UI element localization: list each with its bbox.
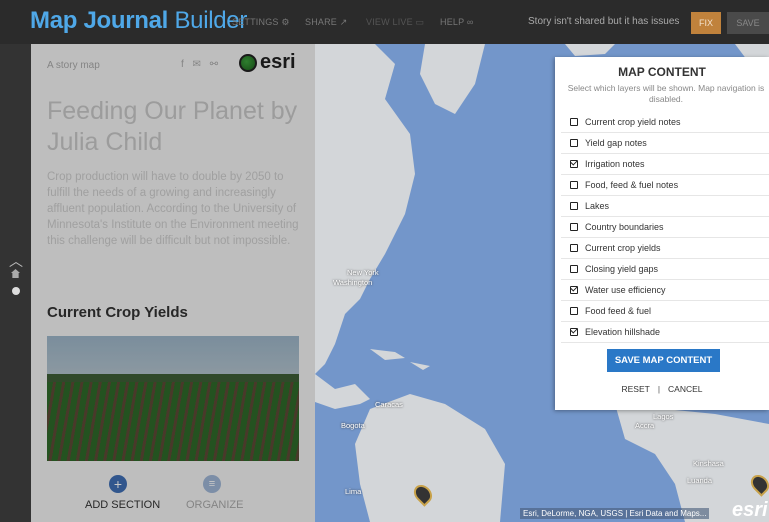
share-label: SHARE (305, 17, 338, 27)
layer-label: Water use efficiency (585, 285, 666, 295)
help-label: HELP (440, 17, 465, 27)
layer-row[interactable]: Food, feed & fuel notes (561, 175, 769, 196)
panel-overlay (31, 44, 315, 522)
layer-label: Food, feed & fuel notes (585, 180, 679, 190)
layer-row[interactable]: Country boundaries (561, 217, 769, 238)
map-content-title: MAP CONTENT (618, 65, 706, 79)
map-content-subtitle: Select which layers will be shown. Map n… (567, 83, 765, 104)
share-button[interactable]: SHARE ↗ (305, 17, 347, 28)
layer-label: Country boundaries (585, 222, 664, 232)
view-live-label: VIEW LIVE (366, 17, 413, 27)
map-label-caracas: Caracas (375, 400, 403, 409)
fix-button[interactable]: FIX (691, 12, 721, 34)
builder-toolbar: Map Journal Builder SETTINGS ⚙ SHARE ↗ V… (0, 0, 769, 44)
settings-button[interactable]: SETTINGS ⚙ (232, 17, 290, 28)
layer-label: Irrigation notes (585, 159, 645, 169)
binoculars-icon: ∞ (466, 17, 474, 27)
layer-label: Current crop yields (585, 243, 661, 253)
layer-label: Closing yield gaps (585, 264, 659, 274)
layer-label: Current crop yield notes (585, 117, 681, 127)
layer-row[interactable]: Elevation hillshade (561, 322, 769, 343)
layer-checkbox[interactable] (570, 286, 578, 294)
share-icon: ↗ (339, 17, 348, 27)
settings-label: SETTINGS (232, 17, 279, 27)
layer-row[interactable]: Irrigation notes (561, 154, 769, 175)
map-content-dialog: MAP CONTENT Select which layers will be … (555, 57, 769, 410)
layer-row[interactable]: Food feed & fuel (561, 301, 769, 322)
layer-checkbox[interactable] (570, 265, 578, 273)
map-label-bogota: Bogota (341, 421, 365, 430)
map-label-lagos: Lagos (653, 412, 674, 421)
layer-row[interactable]: Closing yield gaps (561, 259, 769, 280)
reset-button[interactable]: RESET (621, 384, 649, 394)
layer-checkbox[interactable] (570, 202, 578, 210)
layer-label: Food feed & fuel (585, 306, 652, 316)
layer-checkbox[interactable] (570, 118, 578, 126)
map-label-accra: Accra (635, 421, 655, 430)
save-button[interactable]: SAVE (727, 12, 769, 34)
map-label-lima: Lima (345, 487, 362, 496)
view-live-button[interactable]: VIEW LIVE ▭ (366, 17, 424, 28)
layer-checkbox[interactable] (570, 307, 578, 315)
map-label-luanda: Luanda (687, 476, 713, 485)
chevron-up-icon[interactable]: ︿ (9, 251, 23, 271)
layer-checkbox[interactable] (570, 181, 578, 189)
map-label-kinshasa: Kinshasa (693, 459, 724, 468)
map-content-actions: RESET | CANCEL (621, 384, 703, 394)
gear-icon: ⚙ (281, 17, 290, 27)
layer-checkbox[interactable] (570, 223, 578, 231)
layer-list: Current crop yield notes Yield gap notes I… (561, 112, 769, 343)
layer-checkbox[interactable] (570, 244, 578, 252)
help-button[interactable]: HELP ∞ (440, 17, 473, 27)
layer-checkbox[interactable] (570, 328, 578, 336)
map-label-washington: Washington (333, 278, 373, 287)
app-title: Map Journal Builder (30, 7, 247, 35)
layer-row[interactable]: Current crop yields (561, 238, 769, 259)
layer-checkbox[interactable] (570, 160, 578, 168)
map-attribution: Esri, DeLorme, NGA, USGS | Esri Data and… (520, 508, 710, 519)
app-title-bold: Map Journal (30, 7, 169, 34)
layer-checkbox[interactable] (570, 139, 578, 147)
layer-label: Yield gap notes (585, 138, 647, 148)
layer-row[interactable]: Yield gap notes (561, 133, 769, 154)
story-side-panel: A story map f ✉ ⚯ esri Feeding Our Plane… (31, 44, 315, 522)
layer-row[interactable]: Water use efficiency (561, 280, 769, 301)
esri-map-logo: esri (732, 499, 768, 521)
external-link-icon: ▭ (415, 17, 425, 27)
section-dot[interactable] (12, 287, 20, 295)
left-nav-rail: ︿ (0, 44, 31, 522)
layer-row[interactable]: Current crop yield notes (561, 112, 769, 133)
layer-row[interactable]: Lakes (561, 196, 769, 217)
cancel-button[interactable]: CANCEL (668, 384, 702, 394)
layer-label: Lakes (585, 201, 610, 211)
share-status-text: Story isn't shared but it has issues (528, 16, 680, 27)
save-map-content-button[interactable]: SAVE MAP CONTENT (607, 349, 720, 372)
map-label-new-york: New York (347, 268, 379, 277)
layer-label: Elevation hillshade (585, 327, 661, 337)
